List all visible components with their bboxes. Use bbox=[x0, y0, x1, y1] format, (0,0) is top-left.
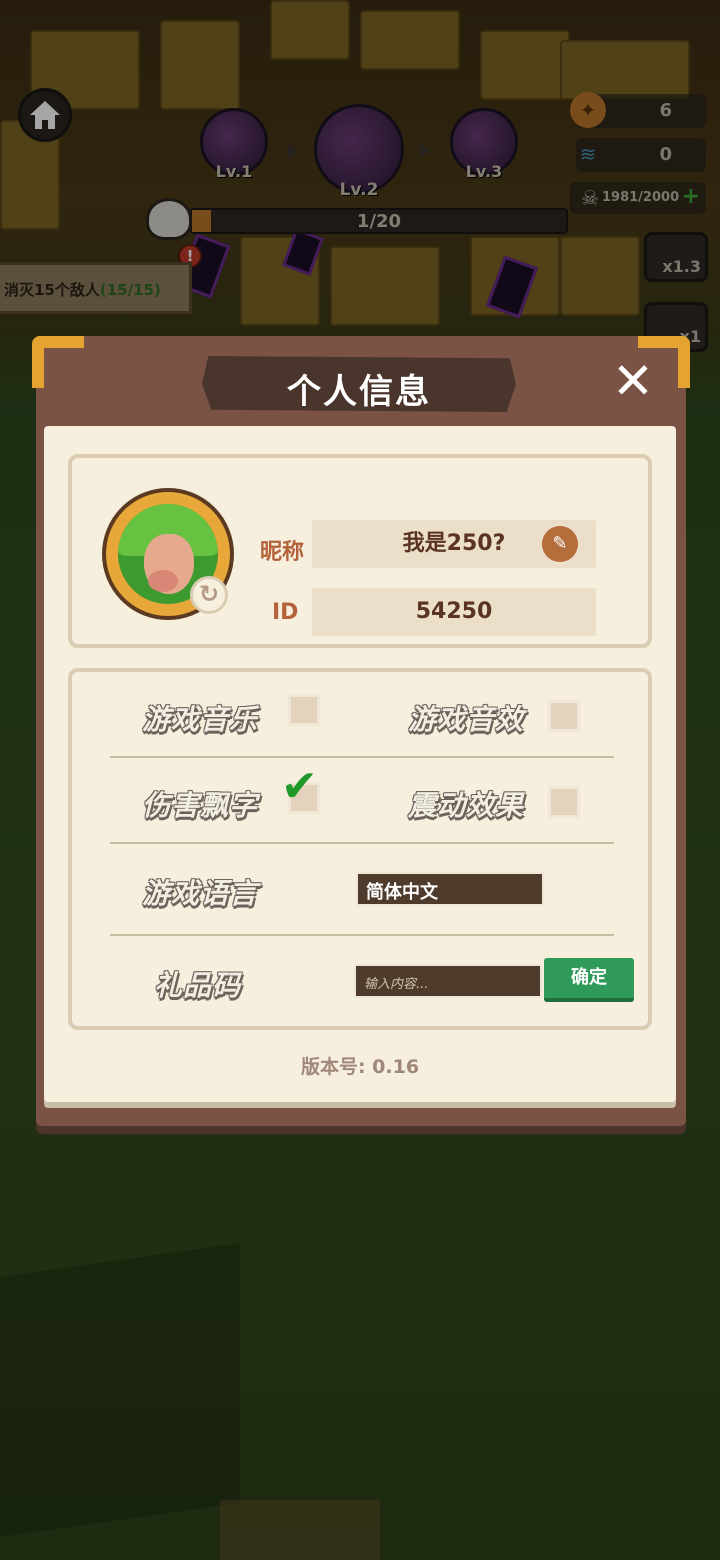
settings-card: 游戏音乐 游戏音效 伤害飘字 ✔ 震动效果 游戏语言 简体中文 礼品码 输入内容… bbox=[68, 668, 652, 1030]
profile-card: ↻ 昵称 我是250? ✎ ID 54250 bbox=[68, 454, 652, 648]
dialog-panel: ↻ 昵称 我是250? ✎ ID 54250 游戏音乐 游戏音效 伤害飘字 ✔ … bbox=[44, 426, 676, 1102]
sfx-checkbox[interactable] bbox=[548, 700, 580, 732]
nickname-field: 我是250? ✎ bbox=[312, 520, 596, 568]
nickname-label: 昵称 bbox=[260, 540, 305, 565]
version-text: 版本号: 0.16 bbox=[300, 1056, 420, 1078]
divider bbox=[110, 756, 614, 758]
damage-text-checkbox[interactable]: ✔ bbox=[281, 765, 320, 814]
frame-corner bbox=[32, 336, 84, 388]
profile-dialog: 个人信息 ✕ ↻ 昵称 我是250? ✎ ID 54250 游戏音乐 游戏音效 … bbox=[32, 336, 690, 1126]
dialog-title: 个人信息 bbox=[287, 372, 431, 412]
sfx-label: 游戏音效 bbox=[408, 703, 525, 736]
change-avatar-button[interactable]: ↻ bbox=[190, 576, 228, 614]
vibration-checkbox[interactable] bbox=[548, 786, 580, 818]
damage-text-label: 伤害飘字 bbox=[142, 789, 259, 822]
music-checkbox[interactable] bbox=[288, 694, 320, 726]
id-label: ID bbox=[272, 600, 299, 625]
checkmark-icon: ✔ bbox=[281, 761, 318, 812]
gift-code-input[interactable]: 输入内容... bbox=[354, 964, 542, 998]
id-field: 54250 bbox=[312, 588, 596, 636]
pencil-icon: ✎ bbox=[552, 533, 568, 554]
vibration-label: 震动效果 bbox=[408, 789, 525, 822]
close-button[interactable]: ✕ bbox=[608, 356, 658, 408]
divider bbox=[110, 934, 614, 936]
music-label: 游戏音乐 bbox=[142, 703, 259, 736]
language-select[interactable]: 简体中文 bbox=[356, 872, 544, 906]
title-plate: 个人信息 bbox=[202, 356, 516, 412]
nickname-value: 我是250? bbox=[402, 531, 506, 556]
close-icon: ✕ bbox=[612, 352, 654, 410]
confirm-button[interactable]: 确定 bbox=[544, 958, 634, 1002]
divider bbox=[110, 842, 614, 844]
id-value: 54250 bbox=[415, 599, 493, 624]
gift-code-label: 礼品码 bbox=[154, 969, 242, 1002]
edit-nickname-button[interactable]: ✎ bbox=[542, 526, 578, 562]
refresh-icon: ↻ bbox=[198, 580, 220, 608]
language-label: 游戏语言 bbox=[142, 877, 259, 910]
